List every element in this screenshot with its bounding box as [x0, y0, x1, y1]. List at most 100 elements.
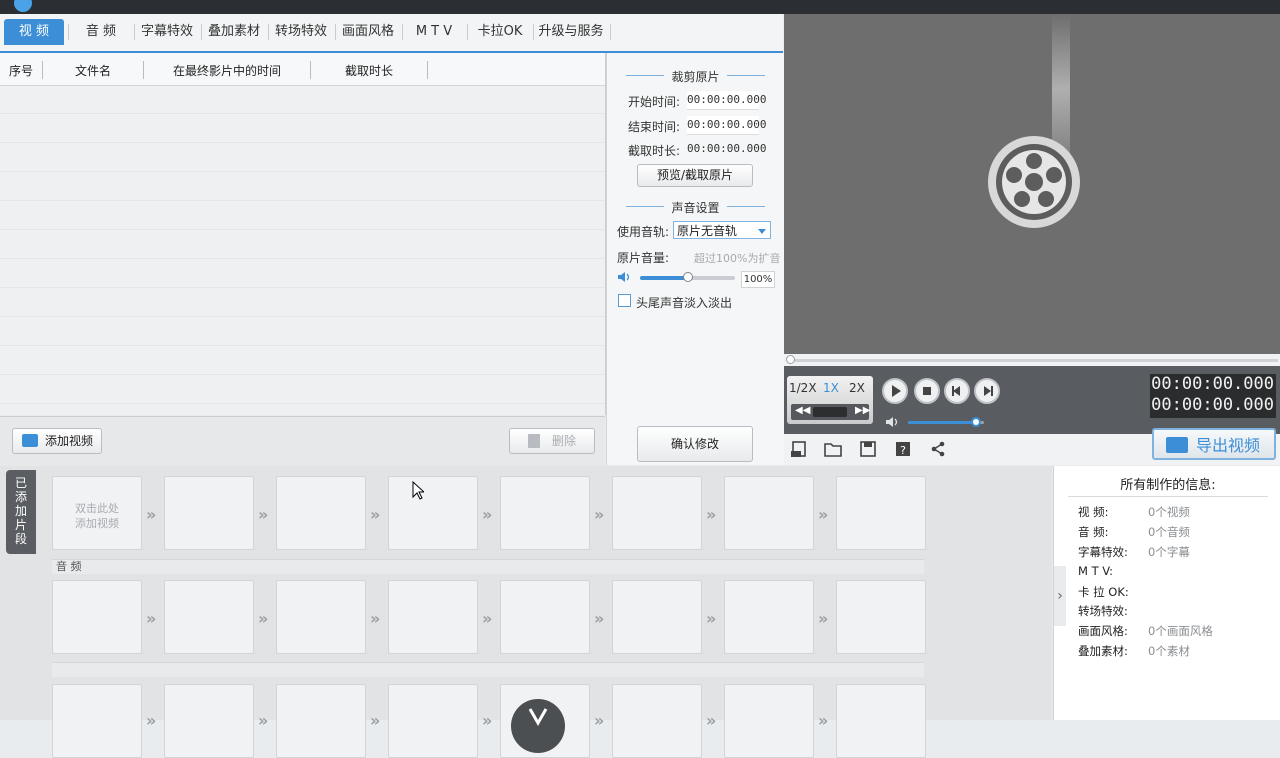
column-clip-duration[interactable]: 截取时长	[311, 53, 427, 85]
volume-slider-handle[interactable]	[682, 272, 693, 282]
video-slot[interactable]	[276, 476, 366, 550]
audio-slot[interactable]	[164, 580, 254, 654]
original-volume-slider[interactable]	[640, 272, 735, 282]
audio-section-title: 声音设置	[671, 201, 720, 215]
speed-normal-button[interactable]: 1X	[823, 381, 839, 395]
add-video-button[interactable]: 添加视频	[12, 428, 102, 454]
tab-upgrade-service[interactable]: 升级与服务	[536, 19, 606, 45]
export-video-button[interactable]: 导出视频	[1152, 428, 1276, 460]
previous-button[interactable]	[944, 378, 970, 404]
chevron-right-icon: »	[594, 505, 605, 524]
new-project-icon[interactable]	[790, 440, 808, 458]
audio-slot[interactable]	[52, 580, 142, 654]
preview-toolbar: ? 导出视频	[784, 428, 1280, 465]
audio-slot[interactable]	[388, 580, 478, 654]
column-time-in-final[interactable]: 在最终影片中的时间	[144, 53, 310, 85]
add-video-placeholder: 双击此处 添加视频	[75, 502, 119, 530]
next-button[interactable]	[974, 378, 1000, 404]
video-slot[interactable]	[612, 476, 702, 550]
export-icon	[1166, 437, 1188, 453]
tab-transition-effects[interactable]: 转场特效	[271, 19, 331, 45]
video-slot[interactable]	[164, 476, 254, 550]
player-volume-icon[interactable]	[886, 416, 900, 428]
track-slot[interactable]	[52, 684, 142, 758]
progress-handle[interactable]	[786, 355, 795, 364]
video-slot[interactable]	[724, 476, 814, 550]
frame-step-bar[interactable]: ◀◀ ▶▶	[791, 404, 870, 420]
save-icon[interactable]	[859, 440, 877, 458]
film-add-icon	[22, 434, 38, 447]
previous-icon	[952, 386, 960, 396]
mouse-cursor-icon	[412, 481, 424, 500]
info-row: 视 频: 0个视频	[1078, 505, 1190, 519]
fade-in-out-label: 头尾声音淡入淡出	[636, 296, 733, 310]
track-slot[interactable]	[388, 684, 478, 758]
delete-label: 删除	[552, 434, 577, 448]
audio-slot[interactable]	[724, 580, 814, 654]
tab-mtv[interactable]: M T V	[405, 19, 463, 45]
start-time-field[interactable]: 00:00:00.000	[687, 91, 766, 110]
track-slot[interactable]	[164, 684, 254, 758]
jog-handle[interactable]	[813, 407, 847, 417]
track-slot[interactable]	[276, 684, 366, 758]
tab-overlay-material[interactable]: 叠加素材	[204, 19, 264, 45]
fade-in-out-checkbox[interactable]	[618, 294, 631, 307]
chevron-right-icon: »	[370, 609, 381, 628]
track-slot[interactable]	[836, 684, 926, 758]
column-index[interactable]: 序号	[0, 53, 42, 85]
audio-slot[interactable]	[836, 580, 926, 654]
info-row: 音 频: 0个音频	[1078, 525, 1190, 539]
speed-double-button[interactable]: 2X	[849, 381, 865, 395]
added-clips-tab[interactable]: 已添加片段	[6, 470, 36, 554]
film-reel-icon	[988, 14, 1080, 228]
audio-slot[interactable]	[276, 580, 366, 654]
track-slot[interactable]	[724, 684, 814, 758]
column-filename[interactable]: 文件名	[43, 53, 143, 85]
audio-track-bar: 音 频	[52, 559, 924, 574]
timeline-area: 已添加片段 双击此处 添加视频 » » » » » » » 音 频 » » » …	[0, 466, 1052, 758]
speed-half-button[interactable]: 1/2X	[789, 381, 817, 395]
video-slot[interactable]	[500, 476, 590, 550]
end-time-field[interactable]: 00:00:00.000	[687, 116, 766, 135]
tab-karaoke[interactable]: 卡拉OK	[470, 19, 530, 45]
speaker-icon[interactable]	[618, 271, 632, 283]
playback-progress-bar[interactable]	[784, 354, 1280, 366]
share-icon[interactable]	[929, 440, 947, 458]
preview-trim-button[interactable]: 预览/截取原片	[637, 164, 753, 187]
delete-button[interactable]: 删除	[509, 428, 595, 454]
audio-track-label: 使用音轨:	[617, 225, 670, 239]
tab-video[interactable]: 视 频	[4, 19, 64, 45]
stop-button[interactable]	[914, 378, 940, 404]
player-volume-handle[interactable]	[971, 417, 982, 427]
chevron-right-icon: »	[706, 609, 717, 628]
audio-track-value: 原片无音轨	[677, 224, 738, 238]
audio-slot[interactable]	[500, 580, 590, 654]
video-file-list[interactable]: 序号 文件名 在最终影片中的时间 截取时长	[0, 53, 606, 415]
open-folder-icon[interactable]	[824, 440, 842, 458]
play-button[interactable]	[882, 378, 908, 404]
added-clips-label: 已添加片段	[14, 476, 27, 546]
track-slot[interactable]	[612, 684, 702, 758]
track-slot[interactable]	[500, 684, 590, 758]
info-row: 叠加素材: 0个素材	[1078, 644, 1190, 658]
audio-track-select[interactable]: 原片无音轨	[673, 221, 771, 239]
trash-icon	[528, 434, 540, 448]
fast-forward-icon[interactable]: ▶▶	[855, 405, 870, 416]
chevron-right-icon: »	[818, 505, 829, 524]
confirm-changes-button[interactable]: 确认修改	[637, 426, 753, 462]
rewind-icon[interactable]: ◀◀	[795, 405, 810, 416]
video-slot[interactable]	[836, 476, 926, 550]
collapse-panel-button[interactable]: ›	[1054, 566, 1066, 626]
dropdown-arrow-icon	[758, 229, 766, 234]
help-icon[interactable]: ?	[894, 440, 912, 458]
player-volume-slider[interactable]	[908, 417, 984, 427]
chevron-right-icon: »	[258, 609, 269, 628]
add-video-slot[interactable]: 双击此处 添加视频	[52, 476, 142, 550]
info-title: 所有制作的信息:	[1120, 478, 1216, 493]
audio-slot[interactable]	[612, 580, 702, 654]
tab-picture-style[interactable]: 画面风格	[338, 19, 398, 45]
tab-subtitle-effects[interactable]: 字幕特效	[137, 19, 197, 45]
video-slot[interactable]	[388, 476, 478, 550]
chevron-right-icon: »	[258, 505, 269, 524]
tab-audio[interactable]: 音 频	[72, 19, 130, 45]
